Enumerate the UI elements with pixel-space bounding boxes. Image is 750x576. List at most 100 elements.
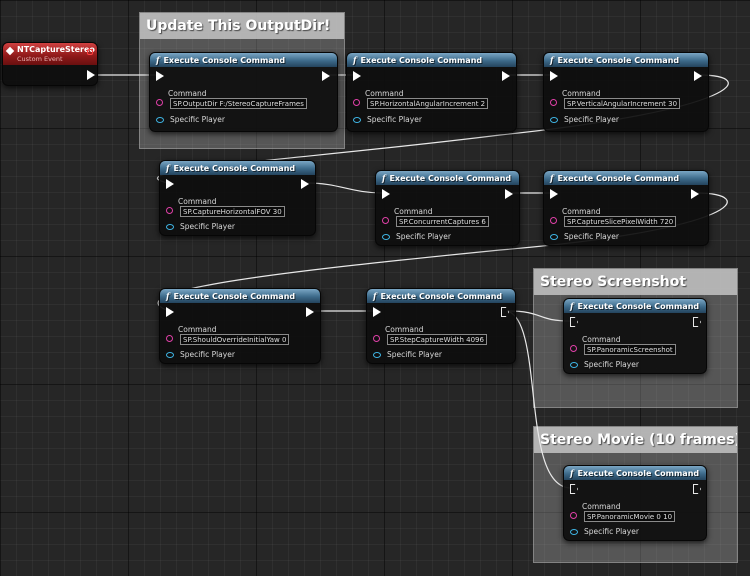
- specific-player-pin[interactable]: [550, 234, 558, 240]
- execute-console-command-node[interactable]: f Execute Console Command Command SP.Pano…: [563, 465, 707, 541]
- specific-player-pin[interactable]: [570, 362, 578, 368]
- command-pin[interactable]: [166, 207, 173, 214]
- command-input[interactable]: SP.PanoramicScreenshot: [584, 344, 676, 355]
- exec-out-pin[interactable]: [87, 70, 95, 80]
- specific-player-pin[interactable]: [382, 234, 390, 240]
- command-pin[interactable]: [373, 335, 380, 342]
- specific-player-label: Specific Player: [170, 115, 225, 124]
- execute-console-command-node[interactable]: f Execute Console Command Command SP.Capt…: [543, 170, 709, 246]
- event-subtitle: Custom Event: [17, 55, 63, 63]
- execute-console-command-node[interactable]: f Execute Console Command Command SP.Hori…: [346, 52, 517, 132]
- execute-console-command-node[interactable]: f Execute Console Command Command SP.Step…: [366, 288, 516, 364]
- exec-in-pin[interactable]: [382, 189, 390, 199]
- exec-out-pin[interactable]: [306, 307, 314, 317]
- exec-in-pin[interactable]: [156, 71, 164, 81]
- function-icon: f: [550, 55, 554, 65]
- node-header: f Execute Console Command: [564, 466, 706, 480]
- specific-player-label: Specific Player: [367, 115, 422, 124]
- function-icon: f: [550, 173, 554, 183]
- command-label: Command: [562, 207, 601, 216]
- wire-capture-fov-to-concurrent-captures: [306, 182, 385, 194]
- specific-player-pin[interactable]: [166, 224, 174, 230]
- command-label: Command: [168, 89, 207, 98]
- command-input[interactable]: SP.VerticalAngularIncrement 30: [564, 98, 681, 109]
- node-header: f Execute Console Command: [376, 171, 519, 185]
- function-icon: f: [353, 55, 357, 65]
- exec-out-pin[interactable]: [502, 71, 510, 81]
- specific-player-pin[interactable]: [166, 352, 174, 358]
- exec-out-pin[interactable]: [505, 189, 513, 199]
- node-header: f Execute Console Command: [544, 53, 708, 67]
- function-icon: f: [373, 291, 377, 301]
- command-pin[interactable]: [570, 345, 577, 352]
- command-input[interactable]: SP.StepCaptureWidth 4096: [387, 334, 487, 345]
- command-input[interactable]: SP.HorizontalAngularIncrement 2: [367, 98, 489, 109]
- command-input[interactable]: SP.PanoramicMovie 0 10: [584, 511, 676, 522]
- exec-in-pin[interactable]: [550, 189, 558, 199]
- exec-in-pin[interactable]: [373, 307, 381, 317]
- custom-event-ntcapturestereo[interactable]: NTCaptureStereo Custom Event: [2, 42, 98, 86]
- specific-player-pin[interactable]: [353, 117, 361, 123]
- exec-in-pin[interactable]: [550, 71, 558, 81]
- command-label: Command: [582, 335, 621, 344]
- function-icon: f: [382, 173, 386, 183]
- node-title: Execute Console Command: [389, 174, 512, 183]
- exec-in-pin[interactable]: [166, 179, 174, 189]
- command-input[interactable]: SP.ConcurrentCaptures 6: [396, 216, 489, 227]
- exec-in-pin[interactable]: [166, 307, 174, 317]
- exec-out-pin[interactable]: [301, 179, 309, 189]
- exec-in-pin[interactable]: [353, 71, 361, 81]
- command-pin[interactable]: [166, 335, 173, 342]
- specific-player-label: Specific Player: [564, 232, 619, 241]
- specific-player-pin[interactable]: [570, 529, 578, 535]
- node-title: Execute Console Command: [380, 292, 503, 301]
- command-pin[interactable]: [550, 99, 557, 106]
- exec-in-pin[interactable]: [570, 317, 578, 327]
- node-title: Execute Console Command: [557, 56, 680, 65]
- node-header: f Execute Console Command: [150, 53, 337, 67]
- specific-player-pin[interactable]: [373, 352, 381, 358]
- node-title: Execute Console Command: [577, 302, 700, 311]
- command-pin[interactable]: [156, 99, 163, 106]
- specific-player-label: Specific Player: [396, 232, 451, 241]
- command-label: Command: [178, 325, 217, 334]
- execute-console-command-node[interactable]: f Execute Console Command Command SP.Outp…: [149, 52, 338, 132]
- command-input[interactable]: SP.OutputDir F:/StereoCaptureFrames: [170, 98, 307, 109]
- execute-console-command-node[interactable]: f Execute Console Command Command SP.Conc…: [375, 170, 520, 246]
- execute-console-command-node[interactable]: f Execute Console Command Command SP.Capt…: [159, 160, 316, 236]
- specific-player-pin[interactable]: [550, 117, 558, 123]
- exec-out-pin[interactable]: [693, 317, 701, 327]
- command-input[interactable]: SP.CaptureHorizontalFOV 30: [180, 206, 285, 217]
- comment-title: Stereo Movie (10 frames): [534, 427, 737, 453]
- command-label: Command: [385, 325, 424, 334]
- exec-out-pin[interactable]: [694, 71, 702, 81]
- exec-out-pin[interactable]: [691, 189, 699, 199]
- node-header: f Execute Console Command: [160, 161, 315, 175]
- execute-console-command-node[interactable]: f Execute Console Command Command SP.Vert…: [543, 52, 709, 132]
- command-label: Command: [582, 502, 621, 511]
- node-header: f Execute Console Command: [347, 53, 516, 67]
- function-icon: f: [570, 468, 574, 478]
- node-header: f Execute Console Command: [544, 171, 708, 185]
- command-pin[interactable]: [570, 512, 577, 519]
- function-icon: f: [156, 55, 160, 65]
- command-input[interactable]: SP.CaptureSlicePixelWidth 720: [564, 216, 677, 227]
- command-pin[interactable]: [382, 217, 389, 224]
- node-title: Execute Console Command: [360, 56, 483, 65]
- delegate-pin-icon[interactable]: [87, 49, 93, 55]
- specific-player-label: Specific Player: [564, 115, 619, 124]
- command-label: Command: [394, 207, 433, 216]
- execute-console-command-node[interactable]: f Execute Console Command Command SP.Shou…: [159, 288, 321, 364]
- specific-player-pin[interactable]: [156, 117, 164, 123]
- exec-in-pin[interactable]: [570, 484, 578, 494]
- exec-out-pin[interactable]: [501, 307, 509, 317]
- execute-console-command-node[interactable]: f Execute Console Command Command SP.Pano…: [563, 298, 707, 374]
- exec-out-pin[interactable]: [693, 484, 701, 494]
- exec-out-pin[interactable]: [322, 71, 330, 81]
- comment-title: Update This OutputDir!: [140, 13, 344, 39]
- command-input[interactable]: SP.ShouldOverrideInitialYaw 0: [180, 334, 290, 345]
- command-pin[interactable]: [353, 99, 360, 106]
- specific-player-label: Specific Player: [387, 350, 442, 359]
- node-header: f Execute Console Command: [367, 289, 515, 303]
- command-pin[interactable]: [550, 217, 557, 224]
